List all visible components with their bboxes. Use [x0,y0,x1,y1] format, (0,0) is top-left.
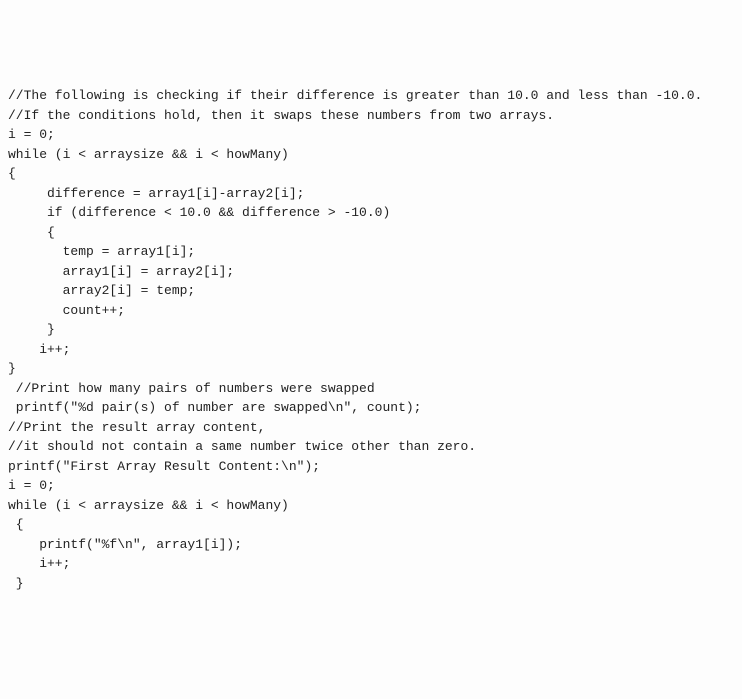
code-line: printf("%f\n", array1[i]); [8,535,734,555]
code-line: temp = array1[i]; [8,242,734,262]
code-line: //If the conditions hold, then it swaps … [8,106,734,126]
code-line: //Print how many pairs of numbers were s… [8,379,734,399]
code-line: difference = array1[i]-array2[i]; [8,184,734,204]
code-line: //Print the result array content, [8,418,734,438]
code-line: //it should not contain a same number tw… [8,437,734,457]
code-line: } [8,574,734,594]
code-line: printf("First Array Result Content:\n"); [8,457,734,477]
code-line: while (i < arraysize && i < howMany) [8,145,734,165]
code-line: { [8,164,734,184]
code-block: //The following is checking if their dif… [8,86,734,593]
code-line: array2[i] = temp; [8,281,734,301]
code-line: i = 0; [8,476,734,496]
code-line: count++; [8,301,734,321]
code-line: printf("%d pair(s) of number are swapped… [8,398,734,418]
code-line: //The following is checking if their dif… [8,86,734,106]
code-line: while (i < arraysize && i < howMany) [8,496,734,516]
code-line: i++; [8,340,734,360]
code-line: i++; [8,554,734,574]
code-line: } [8,320,734,340]
code-line: i = 0; [8,125,734,145]
code-line: } [8,359,734,379]
code-line: array1[i] = array2[i]; [8,262,734,282]
code-line: { [8,223,734,243]
code-line: if (difference < 10.0 && difference > -1… [8,203,734,223]
